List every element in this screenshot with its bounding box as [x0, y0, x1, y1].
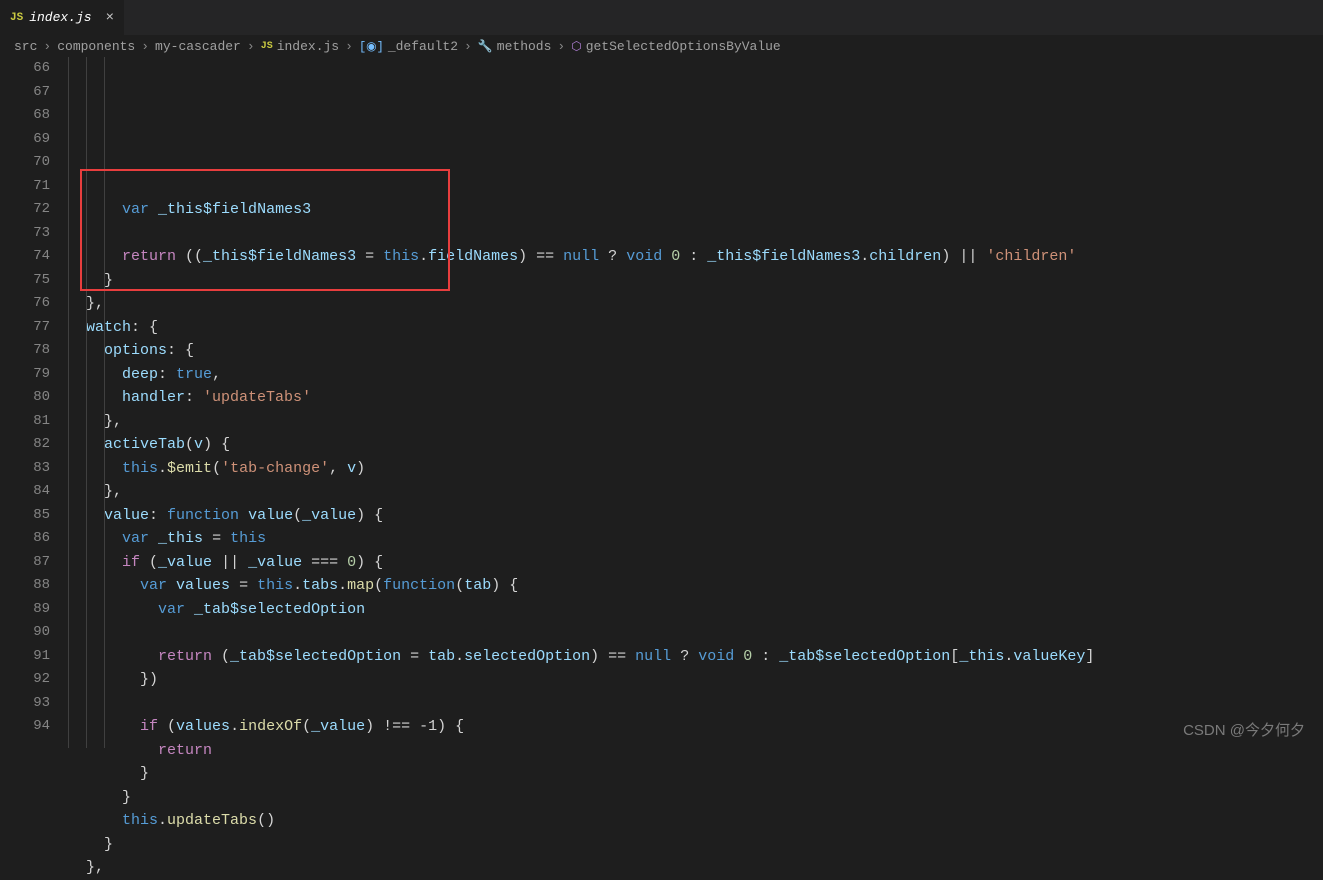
code-line[interactable]: if (values.indexOf(_value) !== -1) {: [68, 715, 1323, 739]
breadcrumb-symbol[interactable]: getSelectedOptionsByValue: [586, 39, 781, 54]
breadcrumb-symbol[interactable]: _default2: [388, 39, 458, 54]
code-line[interactable]: },: [68, 856, 1323, 880]
code-line[interactable]: [68, 222, 1323, 246]
breadcrumb-part[interactable]: src: [14, 39, 37, 54]
code-line[interactable]: },: [68, 480, 1323, 504]
code-area[interactable]: var _this$fieldNames3 return ((_this$fie…: [68, 57, 1323, 748]
code-line[interactable]: }: [68, 269, 1323, 293]
code-line[interactable]: options: {: [68, 339, 1323, 363]
close-icon[interactable]: ×: [106, 10, 114, 26]
breadcrumb-file[interactable]: index.js: [277, 39, 339, 54]
breadcrumb-part[interactable]: my-cascader: [155, 39, 241, 54]
tab-label: index.js: [29, 10, 91, 25]
js-file-icon: JS: [10, 12, 23, 24]
code-line[interactable]: return ((_this$fieldNames3 = this.fieldN…: [68, 245, 1323, 269]
tab-index-js[interactable]: JS index.js ×: [0, 0, 125, 35]
tab-bar: JS index.js ×: [0, 0, 1323, 35]
cube-icon: ⬡: [571, 39, 581, 54]
chevron-right-icon: ›: [464, 39, 472, 54]
js-file-icon: JS: [261, 41, 273, 52]
code-line[interactable]: handler: 'updateTabs': [68, 386, 1323, 410]
code-line[interactable]: return (_tab$selectedOption = tab.select…: [68, 645, 1323, 669]
chevron-right-icon: ›: [43, 39, 51, 54]
breadcrumb-symbol[interactable]: methods: [497, 39, 552, 54]
chevron-right-icon: ›: [247, 39, 255, 54]
code-line[interactable]: var _tab$selectedOption: [68, 598, 1323, 622]
code-line[interactable]: [68, 621, 1323, 645]
code-line[interactable]: this.$emit('tab-change', v): [68, 457, 1323, 481]
code-line[interactable]: [68, 692, 1323, 716]
code-line[interactable]: },: [68, 410, 1323, 434]
code-line[interactable]: }: [68, 833, 1323, 857]
code-line[interactable]: deep: true,: [68, 363, 1323, 387]
breadcrumb[interactable]: src › components › my-cascader › JS inde…: [0, 35, 1323, 57]
code-line[interactable]: watch: {: [68, 316, 1323, 340]
chevron-right-icon: ›: [345, 39, 353, 54]
code-line[interactable]: }: [68, 762, 1323, 786]
code-line[interactable]: }): [68, 668, 1323, 692]
chevron-right-icon: ›: [557, 39, 565, 54]
code-line[interactable]: if (_value || _value === 0) {: [68, 551, 1323, 575]
chevron-right-icon: ›: [141, 39, 149, 54]
wrench-icon: 🔧: [478, 39, 493, 54]
code-line[interactable]: value: function value(_value) {: [68, 504, 1323, 528]
code-line[interactable]: }: [68, 786, 1323, 810]
code-line[interactable]: },: [68, 292, 1323, 316]
code-line[interactable]: this.updateTabs(): [68, 809, 1323, 833]
watermark: CSDN @今夕何夕: [1183, 719, 1305, 740]
editor[interactable]: 6667686970717273747576777879808182838485…: [0, 57, 1323, 748]
breadcrumb-part[interactable]: components: [57, 39, 135, 54]
struct-icon: [◉]: [359, 39, 384, 54]
code-line[interactable]: var _this = this: [68, 527, 1323, 551]
code-line[interactable]: var values = this.tabs.map(function(tab)…: [68, 574, 1323, 598]
code-line[interactable]: return: [68, 739, 1323, 763]
code-line[interactable]: activeTab(v) {: [68, 433, 1323, 457]
line-number-gutter: 6667686970717273747576777879808182838485…: [0, 57, 68, 748]
code-line[interactable]: var _this$fieldNames3: [68, 198, 1323, 222]
